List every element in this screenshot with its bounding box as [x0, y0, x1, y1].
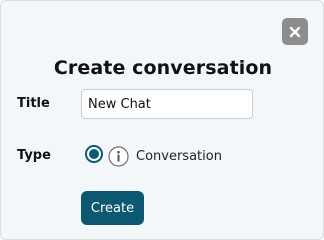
- conversation-radio[interactable]: [85, 145, 103, 163]
- type-label: Type: [17, 148, 51, 163]
- close-button[interactable]: [282, 18, 308, 45]
- title-input[interactable]: [81, 89, 253, 119]
- conversation-option-label: Conversation: [136, 149, 222, 164]
- close-icon: [289, 26, 301, 38]
- create-button[interactable]: Create: [81, 191, 144, 225]
- create-conversation-dialog: Create conversation Title Type Conversat…: [0, 0, 324, 240]
- info-icon[interactable]: [108, 146, 129, 167]
- title-label: Title: [17, 96, 50, 111]
- dialog-title: Create conversation: [53, 57, 273, 79]
